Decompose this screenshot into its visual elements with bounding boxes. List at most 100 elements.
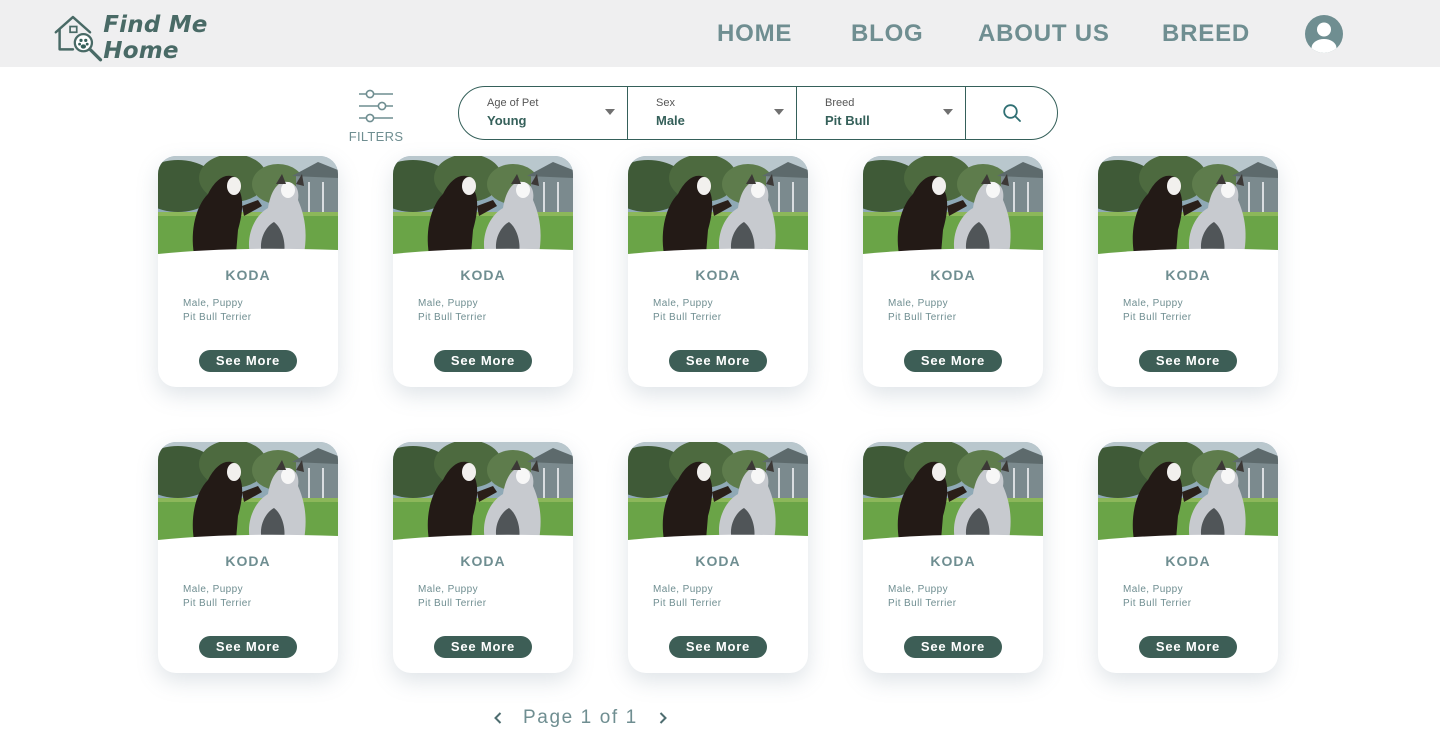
see-more-button[interactable]: See More (1139, 350, 1237, 372)
caret-down-icon (943, 109, 953, 115)
pet-breed: Pit Bull Terrier (418, 312, 487, 323)
pet-photo (393, 442, 573, 542)
see-more-button[interactable]: See More (199, 350, 297, 372)
age-of-pet-value: Young (487, 113, 527, 128)
pet-card[interactable]: KODA Male, Puppy Pit Bull Terrier See Mo… (393, 442, 573, 673)
pet-card[interactable]: KODA Male, Puppy Pit Bull Terrier See Mo… (628, 442, 808, 673)
pet-name: KODA (460, 267, 506, 283)
prev-page-button[interactable] (490, 704, 506, 732)
pet-photo (1098, 442, 1278, 542)
pet-photo (1098, 156, 1278, 256)
breed-value: Pit Bull (825, 113, 870, 128)
next-page-button[interactable] (655, 704, 671, 732)
pet-breed: Pit Bull Terrier (653, 598, 722, 609)
search-bar: Age of Pet Young Sex Male Breed Pit Bull (458, 86, 1058, 140)
pet-card[interactable]: KODA Male, Puppy Pit Bull Terrier See Mo… (1098, 442, 1278, 673)
pet-details: Male, Puppy Pit Bull Terrier (183, 583, 251, 611)
pet-sex-age: Male, Puppy (418, 584, 478, 595)
pet-card[interactable]: KODA Male, Puppy Pit Bull Terrier See Mo… (158, 156, 338, 387)
pet-sex-age: Male, Puppy (1123, 298, 1183, 309)
pagination: Page 1 of 1 (490, 704, 671, 732)
age-of-pet-select[interactable]: Age of Pet Young (459, 87, 628, 139)
pet-breed: Pit Bull Terrier (183, 598, 252, 609)
see-more-button[interactable]: See More (1139, 636, 1237, 658)
pet-sex-age: Male, Puppy (653, 298, 713, 309)
pet-name: KODA (1165, 553, 1211, 569)
pet-breed: Pit Bull Terrier (653, 312, 722, 323)
pet-name: KODA (695, 267, 741, 283)
sex-label: Sex (656, 97, 675, 109)
pet-sex-age: Male, Puppy (1123, 584, 1183, 595)
search-icon (1002, 104, 1021, 122)
pet-card[interactable]: KODA Male, Puppy Pit Bull Terrier See Mo… (393, 156, 573, 387)
pet-photo (393, 156, 573, 256)
top-navbar: Find Me Home HOME BLOG ABOUT US BREED (0, 0, 1440, 67)
pet-name: KODA (225, 553, 271, 569)
nav-about-us[interactable]: ABOUT US (978, 20, 1110, 48)
pet-name: KODA (930, 553, 976, 569)
pet-details: Male, Puppy Pit Bull Terrier (653, 297, 721, 325)
sex-select[interactable]: Sex Male (628, 87, 797, 139)
pet-sex-age: Male, Puppy (183, 298, 243, 309)
pet-photo (863, 442, 1043, 542)
pet-name: KODA (930, 267, 976, 283)
caret-down-icon (605, 109, 615, 115)
brand-name: Find Me Home (103, 12, 208, 64)
logo[interactable]: Find Me Home (52, 10, 282, 64)
nav-home[interactable]: HOME (717, 20, 792, 48)
pet-card[interactable]: KODA Male, Puppy Pit Bull Terrier See Mo… (158, 442, 338, 673)
see-more-button[interactable]: See More (199, 636, 297, 658)
pet-photo (863, 156, 1043, 256)
pet-sex-age: Male, Puppy (183, 584, 243, 595)
pet-sex-age: Male, Puppy (418, 298, 478, 309)
pet-sex-age: Male, Puppy (888, 584, 948, 595)
pet-breed: Pit Bull Terrier (888, 598, 957, 609)
pet-sex-age: Male, Puppy (653, 584, 713, 595)
see-more-button[interactable]: See More (669, 636, 767, 658)
sex-value: Male (656, 113, 685, 128)
pet-details: Male, Puppy Pit Bull Terrier (653, 583, 721, 611)
pet-details: Male, Puppy Pit Bull Terrier (418, 583, 486, 611)
see-more-button[interactable]: See More (904, 350, 1002, 372)
see-more-button[interactable]: See More (904, 636, 1002, 658)
pet-photo (628, 156, 808, 256)
pet-details: Male, Puppy Pit Bull Terrier (888, 297, 956, 325)
pet-card[interactable]: KODA Male, Puppy Pit Bull Terrier See Mo… (628, 156, 808, 387)
search-button[interactable] (966, 87, 1057, 139)
breed-select[interactable]: Breed Pit Bull (797, 87, 966, 139)
age-of-pet-label: Age of Pet (487, 97, 539, 109)
pet-sex-age: Male, Puppy (888, 298, 948, 309)
pet-name: KODA (225, 267, 271, 283)
see-more-button[interactable]: See More (434, 636, 532, 658)
pet-card[interactable]: KODA Male, Puppy Pit Bull Terrier See Mo… (863, 442, 1043, 673)
nav-blog[interactable]: BLOG (851, 20, 924, 48)
pet-card[interactable]: KODA Male, Puppy Pit Bull Terrier See Mo… (1098, 156, 1278, 387)
nav-breed[interactable]: BREED (1162, 20, 1250, 48)
pet-card[interactable]: KODA Male, Puppy Pit Bull Terrier See Mo… (863, 156, 1043, 387)
filters-label: FILTERS (348, 129, 404, 144)
breed-label: Breed (825, 97, 855, 109)
pet-name: KODA (460, 553, 506, 569)
see-more-button[interactable]: See More (434, 350, 532, 372)
sliders-icon (359, 89, 393, 123)
caret-down-icon (774, 109, 784, 115)
pet-breed: Pit Bull Terrier (1123, 598, 1192, 609)
chevron-right-icon (659, 712, 667, 724)
pet-photo (158, 442, 338, 542)
pet-breed: Pit Bull Terrier (183, 312, 252, 323)
pet-details: Male, Puppy Pit Bull Terrier (1123, 297, 1191, 325)
pet-breed: Pit Bull Terrier (888, 312, 957, 323)
pet-details: Male, Puppy Pit Bull Terrier (418, 297, 486, 325)
see-more-button[interactable]: See More (669, 350, 767, 372)
chevron-left-icon (494, 712, 502, 724)
user-circle-icon (1311, 22, 1337, 53)
user-avatar-button[interactable] (1305, 15, 1343, 53)
filters-button[interactable]: FILTERS (348, 88, 404, 150)
pet-photo (158, 156, 338, 256)
pet-breed: Pit Bull Terrier (1123, 312, 1192, 323)
pet-name: KODA (695, 553, 741, 569)
page-indicator: Page 1 of 1 (523, 707, 638, 728)
house-search-icon (54, 15, 103, 62)
pet-name: KODA (1165, 267, 1211, 283)
pet-details: Male, Puppy Pit Bull Terrier (888, 583, 956, 611)
